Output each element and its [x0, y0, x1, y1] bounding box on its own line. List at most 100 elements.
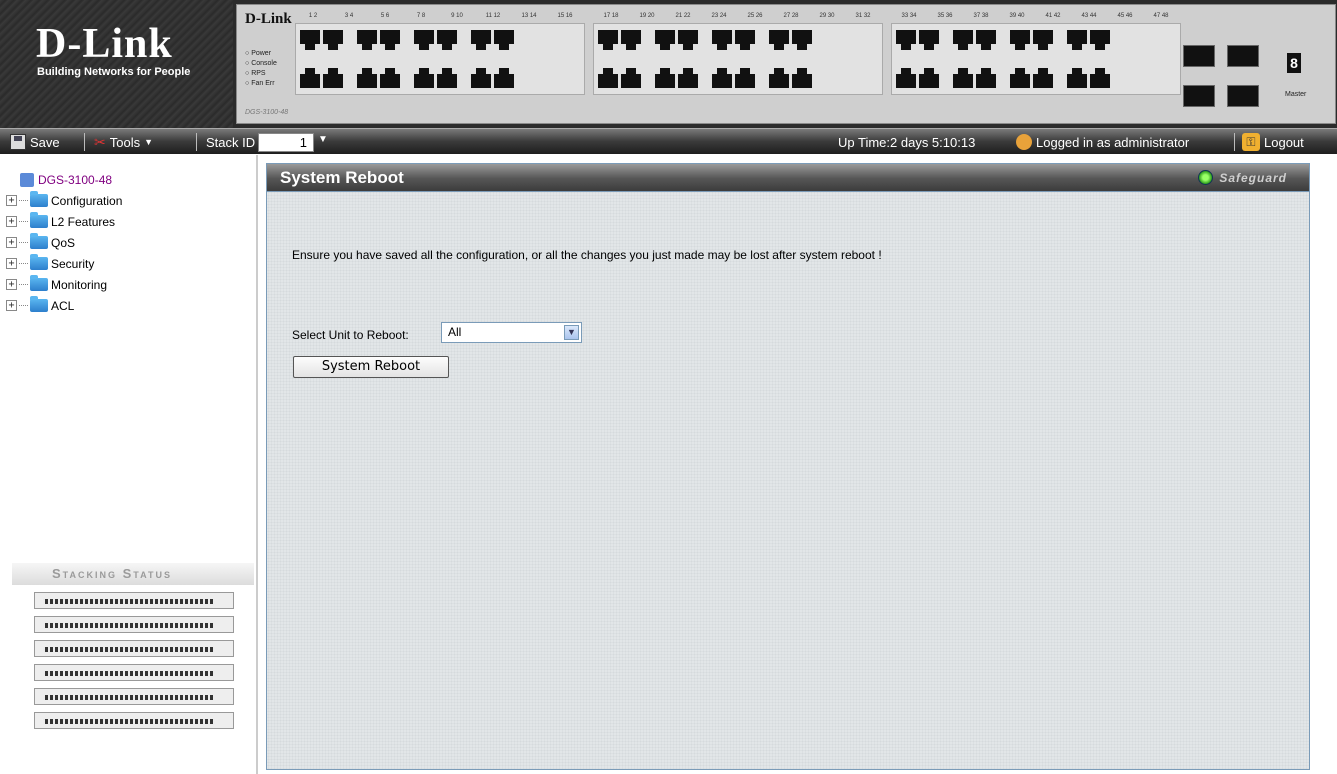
ethernet-port[interactable] — [437, 30, 457, 50]
ethernet-port[interactable] — [621, 30, 641, 50]
ethernet-port[interactable] — [471, 30, 491, 50]
ethernet-port[interactable] — [1010, 68, 1030, 88]
ethernet-port[interactable] — [471, 68, 491, 88]
port-number-label: 39 40 — [1009, 13, 1025, 19]
content-title-bar: System Reboot Safeguard — [267, 164, 1309, 192]
ethernet-port[interactable] — [712, 68, 732, 88]
ethernet-port[interactable] — [735, 68, 755, 88]
expand-icon[interactable]: + — [6, 300, 17, 311]
logo-tagline: Building Networks for People — [37, 66, 191, 78]
stack-unit[interactable] — [34, 688, 234, 705]
port-number-label: 35 36 — [937, 13, 953, 19]
ethernet-port[interactable] — [300, 30, 320, 50]
ethernet-port[interactable] — [494, 68, 514, 88]
ethernet-port[interactable] — [655, 68, 675, 88]
stack-id-select[interactable]: 1 — [258, 133, 314, 152]
expand-icon[interactable]: + — [6, 258, 17, 269]
ethernet-port[interactable] — [598, 68, 618, 88]
ethernet-port[interactable] — [896, 30, 916, 50]
port-number-label: 19 20 — [639, 13, 655, 19]
tree-item-l2-features[interactable]: + L2 Features — [6, 211, 122, 232]
ethernet-port[interactable] — [769, 68, 789, 88]
ethernet-port[interactable] — [953, 68, 973, 88]
ethernet-port[interactable] — [1010, 30, 1030, 50]
tree-item-security[interactable]: + Security — [6, 253, 122, 274]
ethernet-port[interactable] — [1033, 30, 1053, 50]
ethernet-port[interactable] — [976, 68, 996, 88]
ethernet-port[interactable] — [598, 30, 618, 50]
tree-item-configuration[interactable]: + Configuration — [6, 190, 122, 211]
ethernet-port[interactable] — [1090, 30, 1110, 50]
chevron-down-icon[interactable]: ▼ — [318, 134, 328, 145]
ethernet-port[interactable] — [1067, 68, 1087, 88]
stack-unit[interactable] — [34, 640, 234, 657]
ethernet-port[interactable] — [735, 30, 755, 50]
tools-label: Tools — [109, 134, 141, 150]
ethernet-port[interactable] — [792, 68, 812, 88]
ethernet-port[interactable] — [712, 30, 732, 50]
safeguard-label: Safeguard — [1219, 170, 1287, 185]
tree-root[interactable]: DGS-3100-48 — [20, 169, 122, 190]
ethernet-port[interactable] — [678, 68, 698, 88]
port-number-label: 23 24 — [711, 13, 727, 19]
ethernet-port[interactable] — [437, 68, 457, 88]
ethernet-port[interactable] — [621, 68, 641, 88]
tree-item-qos[interactable]: + QoS — [6, 232, 122, 253]
ethernet-port[interactable] — [655, 30, 675, 50]
tree-item-label: Configuration — [51, 193, 123, 208]
ethernet-port[interactable] — [953, 30, 973, 50]
ethernet-port[interactable] — [414, 30, 434, 50]
navigation-panel: DGS-3100-48 + Configuration + L2 Features + Q… — [0, 155, 258, 774]
ethernet-port[interactable] — [414, 68, 434, 88]
sfp-port[interactable] — [1183, 45, 1215, 67]
ethernet-port[interactable] — [380, 30, 400, 50]
save-menu[interactable]: Save — [10, 132, 60, 152]
stack-unit[interactable] — [34, 616, 234, 633]
port-row — [896, 30, 1176, 50]
port-number-label: 3 4 — [344, 13, 354, 19]
folder-icon — [30, 254, 48, 270]
stack-unit[interactable] — [34, 592, 234, 609]
ethernet-port[interactable] — [1033, 68, 1053, 88]
ethernet-port[interactable] — [919, 68, 939, 88]
ethernet-port[interactable] — [769, 30, 789, 50]
ethernet-port[interactable] — [919, 30, 939, 50]
page-title: System Reboot — [280, 168, 404, 187]
ethernet-port[interactable] — [792, 30, 812, 50]
ethernet-port[interactable] — [1067, 30, 1087, 50]
ethernet-port[interactable] — [494, 30, 514, 50]
sfp-port[interactable] — [1227, 45, 1259, 67]
ethernet-port[interactable] — [380, 68, 400, 88]
chevron-down-icon[interactable]: ▼ — [564, 325, 579, 340]
switch-front-panel[interactable]: D-Link Power Console RPS Fan Err DGS-310… — [236, 4, 1336, 124]
ethernet-port[interactable] — [323, 30, 343, 50]
tree-connector — [19, 263, 28, 264]
system-reboot-button[interactable]: System Reboot — [293, 356, 449, 378]
stack-unit[interactable] — [34, 712, 234, 729]
folder-icon — [30, 191, 48, 207]
safeguard-indicator: Safeguard — [1198, 170, 1287, 185]
panel-led-list: Power Console RPS Fan Err — [245, 49, 277, 89]
unit-select[interactable]: All ▼ — [441, 322, 582, 343]
expand-icon[interactable]: + — [6, 195, 17, 206]
ethernet-port[interactable] — [357, 68, 377, 88]
ethernet-port[interactable] — [896, 68, 916, 88]
ethernet-port[interactable] — [357, 30, 377, 50]
tree-item-monitoring[interactable]: + Monitoring — [6, 274, 122, 295]
ethernet-port[interactable] — [323, 68, 343, 88]
ethernet-port[interactable] — [1090, 68, 1110, 88]
logout-button[interactable]: ⚿ Logout — [1242, 132, 1304, 152]
expand-icon[interactable]: + — [6, 237, 17, 248]
port-group-2: 17 18 19 20 21 22 23 24 25 26 27 28 29 30 31 32 — [593, 13, 883, 95]
tree-item-acl[interactable]: + ACL — [6, 295, 122, 316]
ethernet-port[interactable] — [976, 30, 996, 50]
sfp-port[interactable] — [1227, 85, 1259, 107]
folder-icon — [30, 212, 48, 228]
stack-unit[interactable] — [34, 664, 234, 681]
sfp-port[interactable] — [1183, 85, 1215, 107]
ethernet-port[interactable] — [300, 68, 320, 88]
tools-menu[interactable]: ✂ Tools ▼ — [94, 132, 153, 152]
ethernet-port[interactable] — [678, 30, 698, 50]
expand-icon[interactable]: + — [6, 279, 17, 290]
expand-icon[interactable]: + — [6, 216, 17, 227]
